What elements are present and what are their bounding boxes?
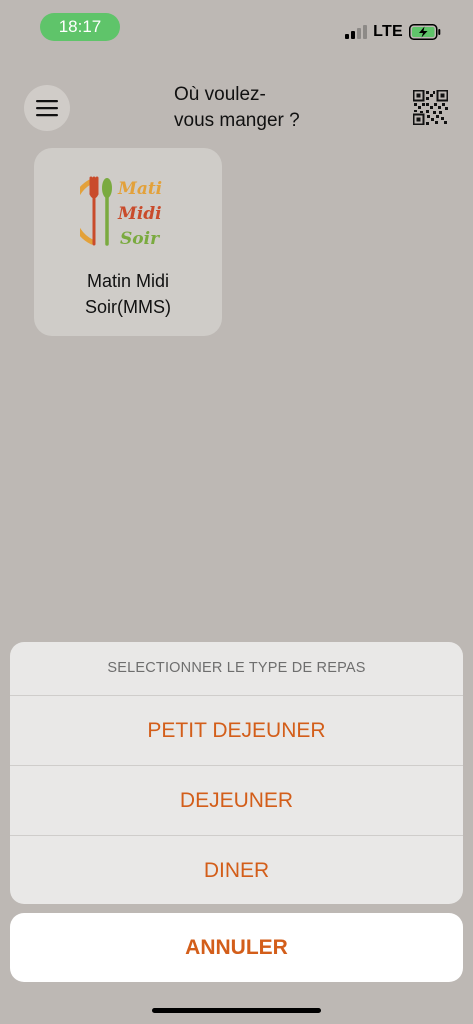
option-diner[interactable]: DINER (10, 836, 463, 904)
qr-code-icon[interactable] (413, 90, 448, 125)
menu-icon (36, 100, 58, 117)
meal-type-action-sheet: SELECTIONNER LE TYPE DE REPAS PETIT DEJE… (10, 642, 463, 904)
status-time: 18:17 (40, 13, 120, 41)
logo-word-1: Mati (117, 179, 162, 199)
home-indicator[interactable] (152, 1008, 321, 1013)
battery-charging-icon (409, 24, 441, 40)
page-title-line2: vous manger ? (174, 110, 300, 131)
page-title: Où voulez- vous manger ? (174, 82, 334, 134)
restaurant-name: Matin Midi Soir(MMS) (34, 268, 222, 320)
option-petit-dejeuner[interactable]: PETIT DEJEUNER (10, 696, 463, 766)
cancel-button[interactable]: ANNULER (10, 913, 463, 982)
signal-icon (345, 25, 368, 39)
page-title-line1: Où voulez- (174, 84, 266, 105)
action-sheet-title: SELECTIONNER LE TYPE DE REPAS (10, 642, 463, 696)
status-bar-right: LTE (345, 22, 441, 42)
menu-button[interactable] (24, 85, 70, 131)
logo-word-3: Soir (120, 229, 160, 249)
restaurant-name-line1: Matin Midi (86, 271, 170, 291)
logo-word-2: Midi (117, 204, 162, 224)
option-dejeuner[interactable]: DEJEUNER (10, 766, 463, 836)
restaurant-card[interactable]: Mati Midi Soir Matin Midi Soir(MMS) (34, 148, 222, 336)
network-label: LTE (373, 23, 403, 40)
restaurant-logo: Mati Midi Soir (80, 176, 162, 249)
restaurant-name-line2: Soir(MMS) (85, 297, 171, 317)
fork-icon (89, 176, 99, 246)
